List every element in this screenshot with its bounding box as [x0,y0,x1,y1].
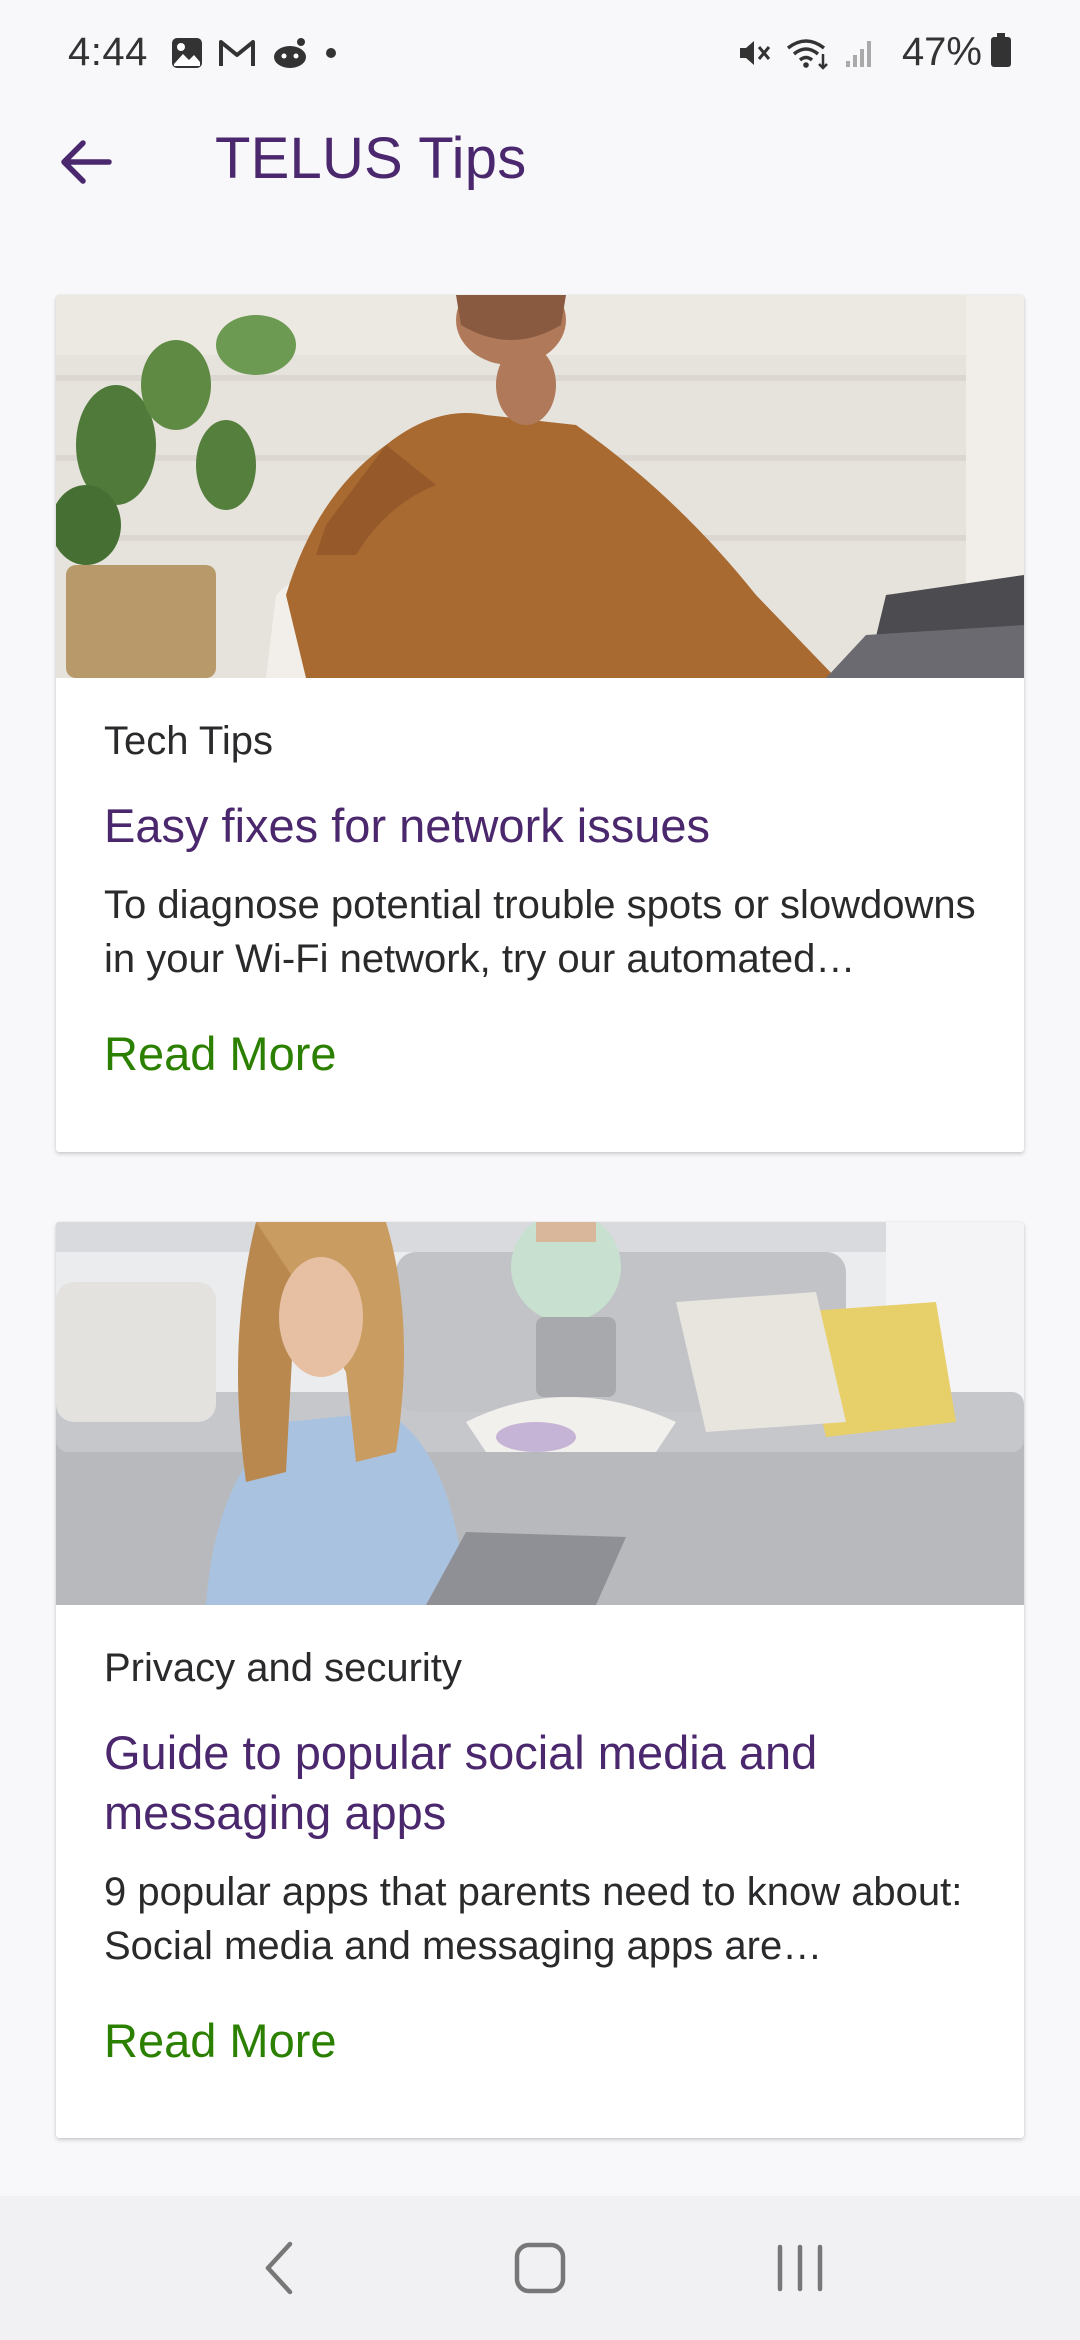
home-square-icon [514,2242,566,2294]
nav-home-button[interactable] [485,2213,595,2323]
mute-icon [736,36,772,70]
article-category: Tech Tips [104,719,273,763]
nav-back-button[interactable] [225,2213,335,2323]
cellular-signal-icon [844,37,876,69]
gmail-notification-icon [218,38,256,68]
status-bar: 4:44 47% [0,0,1080,105]
recents-lines-icon [777,2244,823,2292]
article-description: To diagnose potential trouble spots or s… [104,883,976,981]
article-image [56,1222,1024,1605]
back-button[interactable] [50,127,120,197]
article-headline[interactable]: Guide to popular social media and messag… [104,1723,976,1843]
card-body: Tech Tips Easy fixes for network issues … [56,716,1024,1081]
back-arrow-icon [61,140,112,184]
status-right: 47% [736,30,1012,75]
reddit-notification-icon [270,36,310,70]
wifi-icon [786,36,830,70]
article-card[interactable]: Privacy and security Guide to popular so… [56,1222,1024,2138]
nav-recents-button[interactable] [745,2213,855,2323]
more-notifications-dot-icon [324,46,338,60]
status-left: 4:44 [68,30,352,75]
chevron-left-icon [265,2241,293,2295]
screen: 4:44 47% TELUS Tips Tech Tips Easy fixes… [0,0,1080,2340]
article-category: Privacy and security [104,1646,462,1690]
app-bar: TELUS Tips [0,105,1080,215]
page-title: TELUS Tips [215,126,527,191]
article-card[interactable]: Tech Tips Easy fixes for network issues … [56,295,1024,1152]
read-more-link[interactable]: Read More [104,1026,337,1081]
card-body: Privacy and security Guide to popular so… [56,1643,1024,2068]
article-headline[interactable]: Easy fixes for network issues [104,796,976,856]
article-image [56,295,1024,678]
gallery-notification-icon [170,36,204,70]
system-navigation-bar [0,2196,1080,2340]
battery-icon [990,32,1012,73]
status-time: 4:44 [68,30,148,74]
article-description: 9 popular apps that parents need to know… [104,1870,963,1968]
read-more-link[interactable]: Read More [104,2013,337,2068]
battery-percent: 47% [901,30,982,74]
